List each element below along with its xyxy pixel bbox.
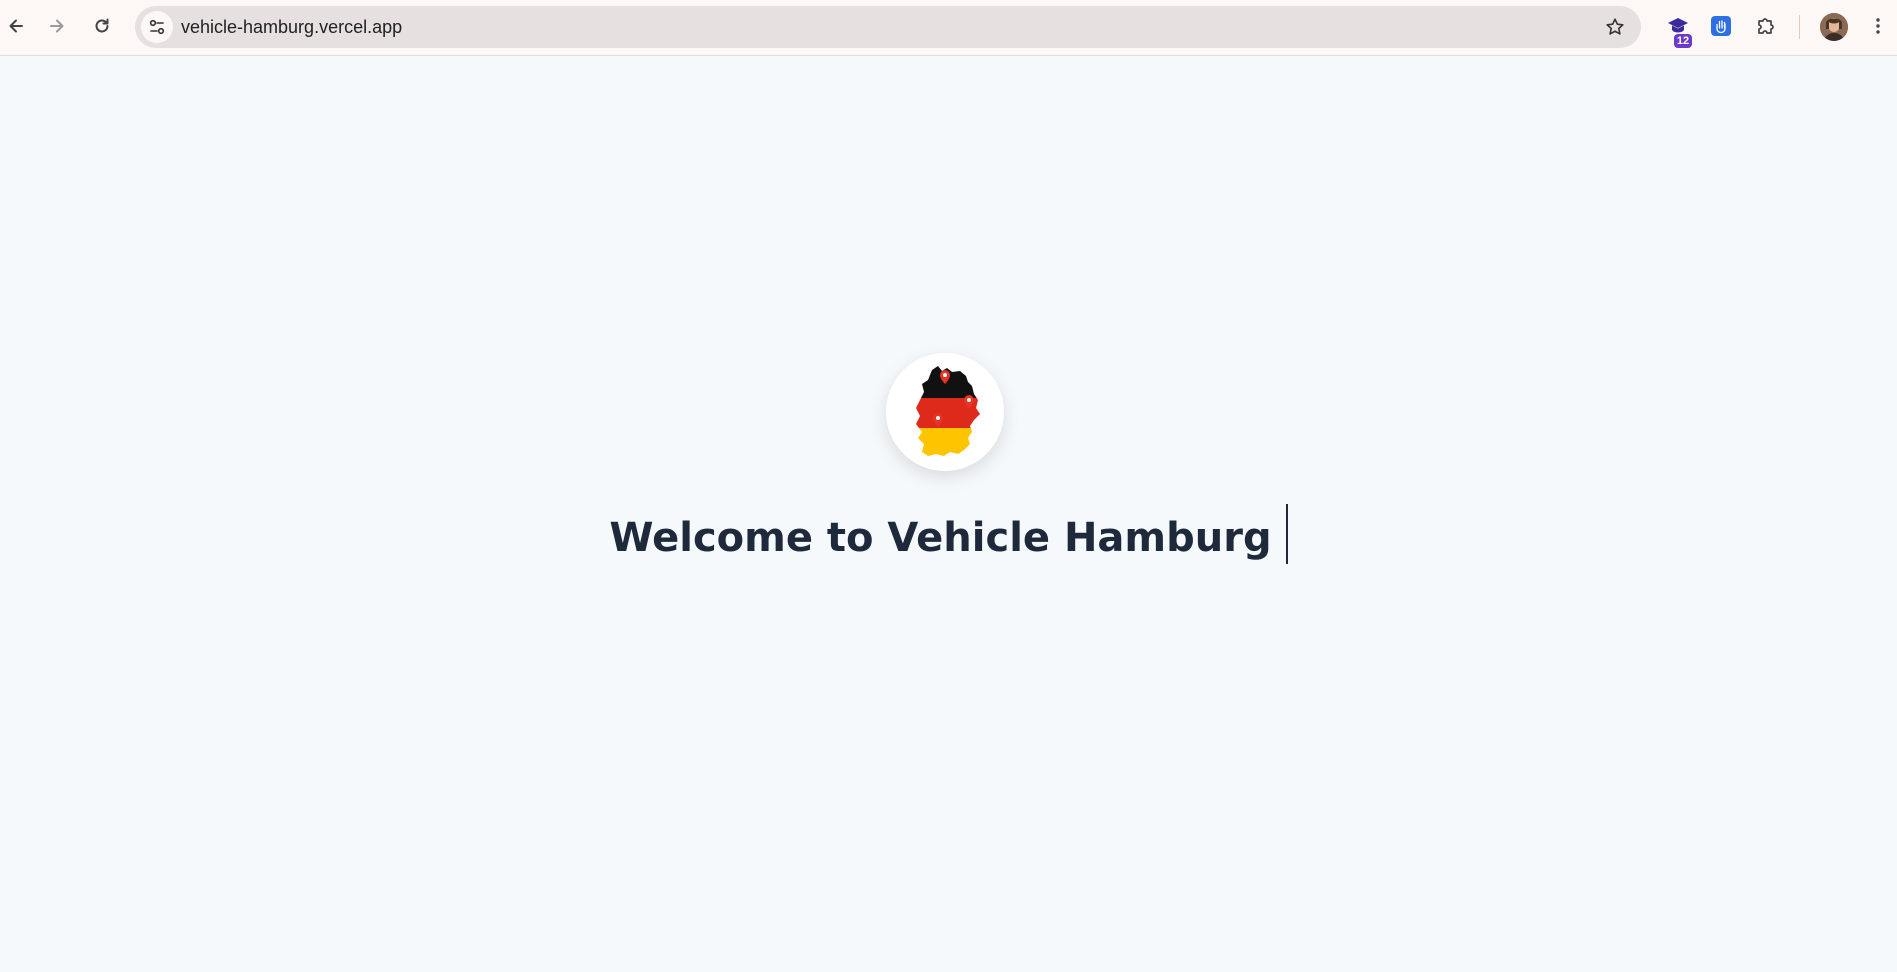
- url-text[interactable]: vehicle-hamburg.vercel.app: [181, 6, 402, 48]
- typing-cursor: [1285, 504, 1288, 564]
- arrow-right-icon: [50, 19, 64, 33]
- reload-button[interactable]: [86, 10, 118, 42]
- back-button[interactable]: [0, 10, 32, 42]
- germany-map-icon: [916, 366, 980, 456]
- arrow-left-icon: [9, 19, 23, 33]
- extension-button-two[interactable]: [1705, 10, 1737, 42]
- browser-toolbar: vehicle-hamburg.vercel.app 12: [0, 0, 1897, 56]
- address-bar[interactable]: vehicle-hamburg.vercel.app: [135, 6, 1641, 48]
- hand-icon: [1711, 16, 1731, 36]
- welcome-headline: Welcome to Vehicle Hamburg: [0, 504, 1897, 570]
- extensions-button[interactable]: [1750, 10, 1782, 42]
- profile-avatar[interactable]: [1820, 13, 1848, 41]
- puzzle-icon: [1758, 18, 1774, 34]
- forward-button[interactable]: [41, 10, 73, 42]
- germany-map-logo: [886, 353, 1004, 471]
- kebab-menu-icon: [1876, 18, 1880, 34]
- extension-badge: 12: [1674, 34, 1692, 48]
- site-info-button[interactable]: [141, 11, 173, 43]
- headline-text: Welcome to Vehicle Hamburg: [609, 515, 1272, 561]
- avatar-image: [1820, 13, 1848, 41]
- menu-button[interactable]: [1862, 10, 1894, 42]
- star-icon: [1606, 18, 1624, 35]
- bookmark-button[interactable]: [1603, 15, 1627, 39]
- toolbar-divider: [1799, 15, 1800, 39]
- tune-icon: [149, 19, 165, 35]
- reload-icon: [95, 18, 109, 33]
